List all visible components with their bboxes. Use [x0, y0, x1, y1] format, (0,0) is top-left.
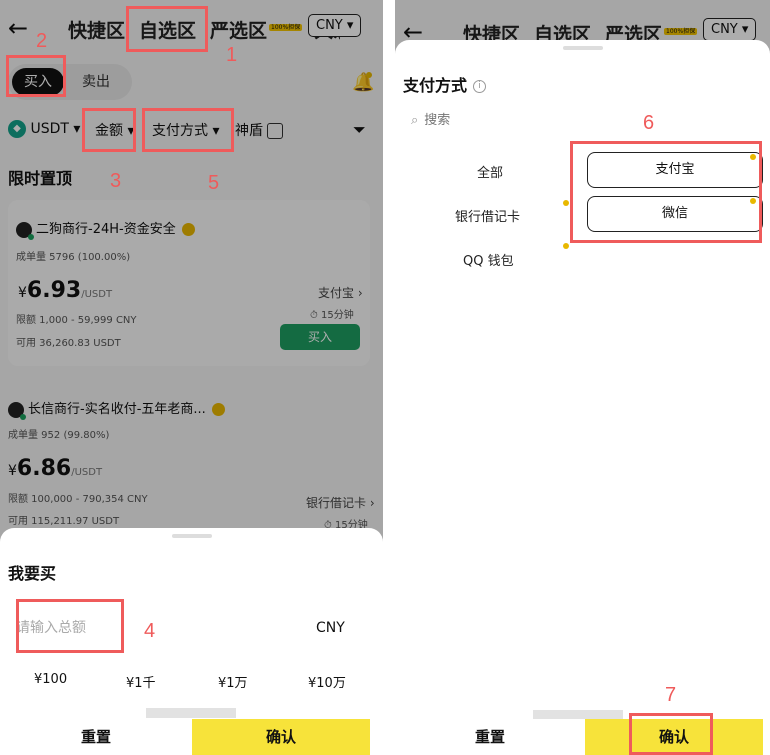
option-dot — [750, 198, 756, 204]
option-bank-debit-card[interactable]: 银行借记卡 — [455, 206, 520, 225]
quick-amount-100k[interactable]: ¥10万 — [308, 672, 346, 691]
input-currency: CNY — [316, 620, 345, 636]
annotation-number: 4 — [144, 620, 156, 642]
sheet-title: 支付方式 i — [403, 72, 487, 96]
option-qq-wallet[interactable]: QQ 钱包 — [463, 250, 514, 269]
annotation-number: 5 — [208, 172, 220, 194]
sheet-handle[interactable] — [171, 534, 212, 538]
blurred-text — [146, 708, 236, 718]
search-icon: ⌕ — [411, 113, 419, 128]
sheet-title: 我要买 — [8, 564, 57, 583]
buy-amount-sheet: 我要买 CNY ¥100 ¥1千 ¥1万 ¥10万 重置 确认 — [0, 528, 383, 755]
quick-amount-10k[interactable]: ¥1万 — [218, 672, 248, 691]
confirm-button[interactable]: 确认 — [192, 719, 370, 755]
total-amount-input[interactable] — [16, 610, 126, 644]
annotation-number: 1 — [226, 44, 238, 66]
quick-amount-100[interactable]: ¥100 — [34, 672, 67, 687]
annotation-number: 2 — [36, 30, 48, 52]
quick-amount-1k[interactable]: ¥1千 — [126, 672, 156, 691]
option-all[interactable]: 全部 — [477, 162, 503, 181]
right-screen: ← 快捷区 自选区 严选区100%担保 大宗 CNY ▾ 支付方式i ⌕ 全部 … — [395, 0, 770, 755]
sheet-handle[interactable] — [562, 46, 603, 50]
search-input[interactable] — [424, 112, 525, 127]
reset-button[interactable]: 重置 — [395, 719, 585, 755]
annotation-number: 6 — [643, 112, 655, 134]
option-wechat[interactable]: 微信 — [587, 196, 763, 232]
reset-button[interactable]: 重置 — [0, 719, 192, 755]
left-screen: ← 快捷区 自选区 严选区100%担保 大宗 CNY ▾ 买入 卖出 🔔 ◆ U… — [0, 0, 383, 755]
info-icon[interactable]: i — [473, 80, 487, 93]
option-dot — [563, 243, 569, 249]
sheet-title-label: 支付方式 — [403, 76, 468, 95]
option-alipay[interactable]: 支付宝 — [587, 152, 763, 188]
annotation-number: 7 — [665, 684, 677, 706]
option-dot — [750, 154, 756, 160]
payment-method-sheet: 支付方式 i ⌕ 全部 支付宝 银行借记卡 微信 QQ 钱包 重置 确认 — [395, 40, 770, 755]
confirm-button[interactable]: 确认 — [585, 719, 763, 755]
annotation-number: 3 — [110, 170, 122, 192]
option-dot — [563, 200, 569, 206]
search-box[interactable]: ⌕ — [411, 112, 525, 128]
